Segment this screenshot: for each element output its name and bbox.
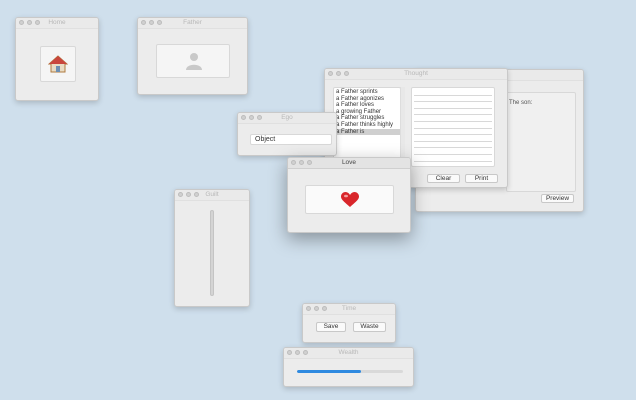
text-line [414,102,492,109]
save-button[interactable]: Save [316,322,346,332]
home-titlebar[interactable]: Home [16,18,98,29]
list-item[interactable]: a growing Father [334,109,400,116]
preview-button[interactable]: Preview [541,194,574,203]
list-item[interactable]: a Father loves [334,102,400,109]
person-icon [186,53,202,70]
guilt-slider-track[interactable] [210,210,214,296]
wealth-progress-fill [297,370,361,373]
time-titlebar[interactable]: Time [303,304,395,315]
wealth-progress-track [297,370,403,373]
text-line [414,115,492,122]
love-window: Love [287,157,411,233]
house-icon [48,55,68,73]
thought-title: Thought [404,70,428,77]
text-line [414,96,492,103]
wealth-window: Wealth [283,347,414,387]
home-title: Home [48,19,66,26]
guilt-titlebar[interactable]: Guilt [175,190,249,201]
guilt-window: Guilt [174,189,250,307]
text-line [414,135,492,142]
father-titlebar[interactable]: Father [138,18,247,29]
ego-titlebar[interactable]: Ego [238,113,336,124]
love-titlebar[interactable]: Love [288,158,410,169]
text-line [414,89,492,96]
text-line [414,109,492,116]
ego-title: Ego [281,114,293,121]
wealth-title: Wealth [338,349,359,356]
list-item[interactable]: a Father thinks highly [334,122,400,129]
list-item[interactable]: a Father struggles [334,115,400,122]
thought-text-area[interactable] [411,87,495,167]
text-line [414,142,492,149]
time-window: Time Save Waste [302,303,396,343]
text-line [414,155,492,162]
list-item[interactable]: a Father agonizes [334,96,400,103]
list-item-selected[interactable]: a Father is [334,128,400,136]
love-title: Love [341,159,357,166]
text-line [414,148,492,155]
guilt-title: Guilt [205,191,219,198]
ego-field[interactable]: Object [250,134,332,145]
father-image-well[interactable] [156,44,230,78]
home-window: Home [15,17,99,101]
thought-titlebar[interactable]: Thought [325,69,507,80]
home-image-well[interactable] [40,46,76,82]
preview-label: The son: [509,100,533,106]
list-item[interactable]: a Father sprints [334,89,400,96]
father-title: Father [183,19,202,26]
father-window: Father [137,17,248,95]
preview-area [506,92,576,192]
heart-icon [341,192,359,207]
waste-button[interactable]: Waste [353,322,386,332]
print-button[interactable]: Print [465,174,498,183]
wealth-titlebar[interactable]: Wealth [284,348,413,359]
text-line [414,122,492,129]
clear-button[interactable]: Clear [427,174,460,183]
ego-field-value: Object [255,136,276,143]
text-line [414,129,492,136]
time-title: Time [341,305,357,312]
love-image-well[interactable] [305,185,394,214]
ego-window: Ego Object [237,112,337,156]
